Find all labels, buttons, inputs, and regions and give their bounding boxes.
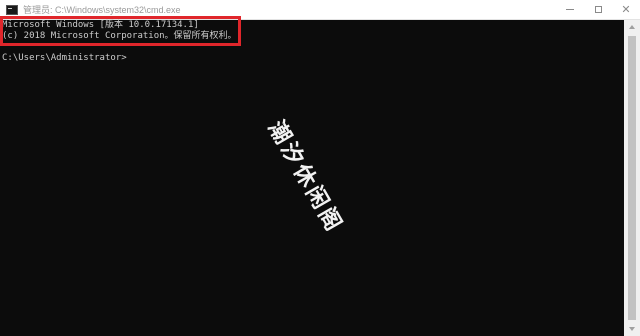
maximize-button[interactable] [584, 0, 612, 19]
close-button[interactable]: ✕ [612, 0, 640, 19]
cmd-icon [6, 4, 18, 15]
arrow-up-icon [629, 25, 635, 29]
close-icon: ✕ [621, 3, 631, 16]
copyright-line: (c) 2018 Microsoft Corporation。保留所有权利。 [2, 31, 237, 41]
vertical-scrollbar[interactable] [624, 20, 640, 336]
scroll-down-button[interactable] [624, 322, 640, 336]
window-title: 管理员: C:\Windows\system32\cmd.exe [23, 5, 181, 15]
minimize-icon [566, 9, 574, 10]
window-controls: ✕ [556, 0, 640, 19]
arrow-down-icon [629, 327, 635, 331]
scroll-up-button[interactable] [624, 20, 640, 34]
scroll-thumb[interactable] [628, 36, 636, 320]
version-line: Microsoft Windows [版本 10.0.17134.1] [2, 20, 199, 30]
maximize-icon [594, 6, 602, 13]
command-prompt[interactable]: C:\Users\Administrator> [2, 53, 127, 64]
title-bar[interactable]: 管理员: C:\Windows\system32\cmd.exe ✕ [0, 0, 640, 20]
cmd-window: 管理员: C:\Windows\system32\cmd.exe ✕ Micro… [0, 0, 640, 336]
minimize-button[interactable] [556, 0, 584, 19]
